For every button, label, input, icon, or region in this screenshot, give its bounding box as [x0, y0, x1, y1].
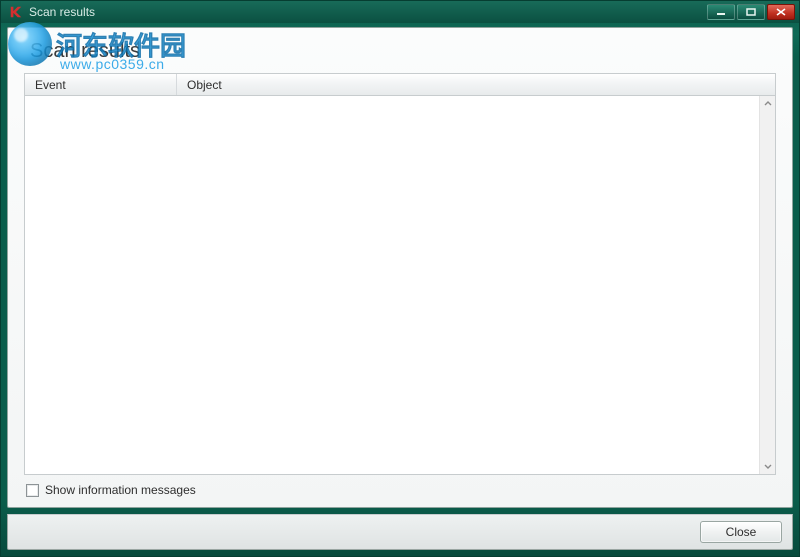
page-title: Scan results	[30, 40, 776, 63]
options-row: Show information messages	[24, 475, 776, 499]
content-panel: 河东软件园 www.pc0359.cn Scan results Event O…	[7, 27, 793, 508]
table-header-row: Event Object	[25, 74, 775, 96]
window-title: Scan results	[29, 5, 95, 19]
minimize-button[interactable]	[707, 4, 735, 20]
minimize-icon	[716, 8, 726, 16]
close-button[interactable]: Close	[700, 521, 782, 543]
close-window-button[interactable]	[767, 4, 795, 20]
app-window: Scan results 河东软件园 www.pc0359.cn Scan re…	[0, 0, 800, 557]
column-header-object[interactable]: Object	[177, 74, 775, 95]
chevron-up-icon[interactable]	[760, 96, 776, 112]
close-button-label: Close	[726, 525, 757, 539]
results-table: Event Object	[24, 73, 776, 475]
maximize-icon	[746, 8, 756, 16]
column-header-object-label: Object	[187, 78, 222, 92]
column-header-event-label: Event	[35, 78, 66, 92]
column-header-event[interactable]: Event	[25, 74, 177, 95]
kaspersky-k-icon	[9, 5, 23, 19]
show-info-checkbox[interactable]	[26, 484, 39, 497]
results-body[interactable]	[25, 96, 775, 474]
maximize-button[interactable]	[737, 4, 765, 20]
chevron-down-icon[interactable]	[760, 458, 776, 474]
show-info-label[interactable]: Show information messages	[45, 483, 196, 497]
bottom-bar: Close	[7, 514, 793, 550]
title-bar[interactable]: Scan results	[1, 1, 799, 23]
close-icon	[776, 8, 786, 16]
vertical-scrollbar[interactable]	[759, 96, 775, 474]
